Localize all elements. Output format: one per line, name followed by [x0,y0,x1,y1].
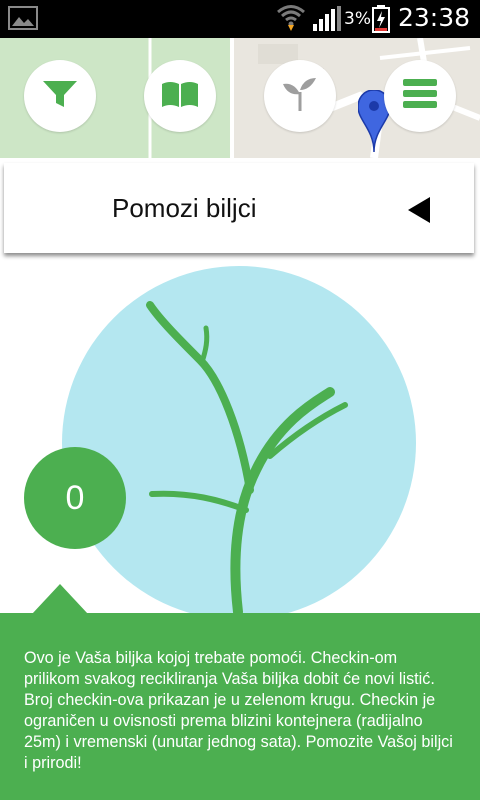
map-view[interactable] [0,38,480,158]
info-panel: Ovo je Vaša biljka kojoj trebate pomoći.… [0,613,480,800]
plant-icon [280,76,320,117]
plant-illustration [146,301,348,617]
back-arrow-icon[interactable] [408,197,430,223]
battery-percent: 3% [344,9,371,29]
status-time: 23:38 [398,3,471,32]
signal-strength-icon [312,6,342,37]
info-text: Ovo je Vaša biljka kojoj trebate pomoći.… [24,649,453,772]
filter-icon [42,79,78,114]
page-header: Pomozi biljci [4,163,474,253]
wifi-icon [276,3,306,40]
info-panel-pointer [32,584,88,614]
checkin-counter: 0 [24,447,126,549]
book-icon [160,80,200,113]
plant-button[interactable] [264,60,336,132]
menu-button[interactable] [384,60,456,132]
status-bar: 3% 23:38 [0,0,480,38]
gallery-notification-icon [8,6,38,35]
battery-charging-icon [372,5,390,38]
menu-icon [403,78,437,114]
filter-button[interactable] [24,60,96,132]
guide-button[interactable] [144,60,216,132]
page-title: Pomozi biljci [112,193,257,223]
